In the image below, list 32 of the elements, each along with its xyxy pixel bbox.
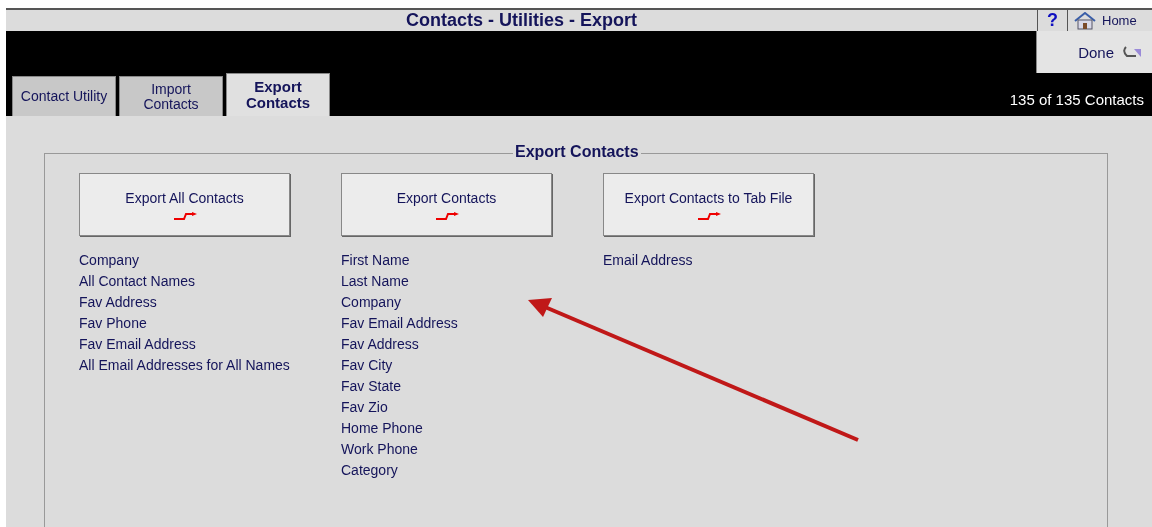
- field-name: Fav Address: [79, 293, 158, 312]
- field-name: Work Phone: [341, 440, 419, 459]
- export-button[interactable]: Export Contacts: [341, 173, 552, 236]
- field-name: Category: [341, 461, 399, 480]
- export-arrow-icon: [433, 211, 460, 220]
- field-name: Home Phone: [341, 419, 424, 438]
- field-name: Fav Zio: [341, 398, 389, 417]
- export-arrow-icon: [695, 211, 722, 220]
- export-arrow-icon: [171, 211, 198, 220]
- export-button[interactable]: Export All Contacts: [79, 173, 290, 236]
- field-name: Fav State: [341, 377, 402, 396]
- return-arrow-icon: [1122, 45, 1142, 59]
- group-title: Export Contacts: [513, 143, 641, 161]
- field-name: All Email Addresses for All Names: [79, 356, 290, 375]
- tab[interactable]: Contact Utility: [12, 76, 116, 116]
- done-button[interactable]: Done: [1036, 31, 1152, 73]
- field-name: Company: [341, 293, 402, 312]
- export-button[interactable]: Export Contacts to Tab File: [603, 173, 814, 236]
- field-name: Fav Email Address: [341, 314, 459, 333]
- field-name: Company: [79, 251, 140, 270]
- field-name: First Name: [341, 251, 411, 270]
- field-name: Fav Email Address: [79, 335, 197, 354]
- field-name: Fav City: [341, 356, 394, 375]
- tab[interactable]: Export Contacts: [226, 73, 330, 116]
- house-icon: [1074, 11, 1096, 30]
- record-count: 135 of 135 Contacts: [1009, 91, 1145, 110]
- tab[interactable]: Import Contacts: [119, 76, 223, 116]
- field-name: Last Name: [341, 272, 410, 291]
- field-name: Email Address: [603, 251, 694, 270]
- field-name: Fav Phone: [79, 314, 148, 333]
- field-name: All Contact Names: [79, 272, 196, 291]
- field-name: Fav Address: [341, 335, 420, 354]
